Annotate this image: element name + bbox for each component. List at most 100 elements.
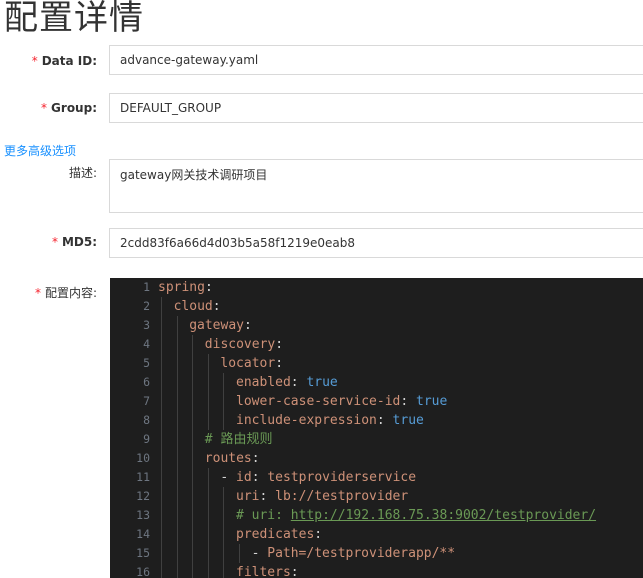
indent-guide xyxy=(207,373,209,392)
code-text: predicates: xyxy=(236,525,322,544)
data-id-label: * Data ID: xyxy=(32,53,97,69)
description-field[interactable]: gateway网关技术调研项目 xyxy=(109,159,643,213)
code-text: cloud: xyxy=(174,297,221,316)
indent-guide xyxy=(176,411,178,430)
code-token: uri xyxy=(236,489,260,504)
code-text: # 路由规则 xyxy=(205,430,273,449)
line-number: 7 xyxy=(143,394,150,408)
indent-guide xyxy=(161,392,162,411)
code-token: # uri: xyxy=(236,508,291,523)
indent-guide xyxy=(192,525,194,544)
code-text: - id: testproviderservice xyxy=(220,468,416,487)
code-token: - xyxy=(220,470,237,485)
required-mark: * xyxy=(51,235,58,249)
code-token: : xyxy=(400,394,417,409)
code-text: gateway: xyxy=(189,316,252,335)
code-token: : xyxy=(275,356,284,371)
code-token: locator xyxy=(220,356,276,371)
indent-guide xyxy=(176,544,178,563)
code-line: 7 lower-case-service-id: true xyxy=(110,392,643,411)
code-text: discovery: xyxy=(205,335,283,354)
indent-guide xyxy=(176,392,178,411)
line-number: 9 xyxy=(143,432,150,446)
indent-guide xyxy=(176,525,178,544)
line-number: 15 xyxy=(136,546,150,560)
indent-guide xyxy=(223,544,225,563)
indent-guide xyxy=(176,430,178,449)
content-label: * 配置内容: xyxy=(35,285,97,301)
code-token: lb://testprovider xyxy=(275,489,409,504)
line-number: 10 xyxy=(136,451,150,465)
code-line: 2 cloud: xyxy=(110,297,643,316)
description-value: gateway网关技术调研项目 xyxy=(120,168,268,182)
indent-guide xyxy=(176,354,178,373)
indent-guide xyxy=(161,468,162,487)
indent-guide xyxy=(207,563,209,578)
indent-guide xyxy=(192,354,194,373)
code-text: lower-case-service-id: true xyxy=(236,392,447,411)
data-id-field[interactable]: advance-gateway.yaml xyxy=(109,45,643,75)
code-token: gateway xyxy=(189,318,244,333)
line-number: 6 xyxy=(143,375,150,389)
indent-guide xyxy=(161,316,162,335)
code-token: : xyxy=(376,413,393,428)
indent-guide xyxy=(223,411,225,430)
indent-guide xyxy=(161,354,162,373)
data-id-label-text: Data ID: xyxy=(41,54,97,68)
indent-guide xyxy=(161,506,162,525)
code-line: 12 uri: lb://testprovider xyxy=(110,487,643,506)
indent-guide xyxy=(207,544,209,563)
indent-guide xyxy=(223,392,225,411)
md5-field[interactable]: 2cdd83f6a66d4d03b5a58f1219e0eab8 xyxy=(109,228,643,258)
indent-guide xyxy=(207,487,209,506)
indent-guide xyxy=(192,468,194,487)
md5-label-text: MD5: xyxy=(61,235,97,249)
indent-guide xyxy=(161,525,162,544)
code-text: spring: xyxy=(158,278,213,297)
md5-label: * MD5: xyxy=(52,234,97,250)
config-content-editor[interactable]: 1 spring: 2 cloud: 3 gateway: 4 discovery: 5 loca… xyxy=(110,278,643,578)
indent-guide xyxy=(192,506,194,525)
code-token: : xyxy=(290,375,307,390)
code-token: : xyxy=(314,527,323,542)
code-token: : xyxy=(212,299,221,314)
required-mark: * xyxy=(41,101,48,115)
advanced-options-link[interactable]: 更多高级选项 xyxy=(4,143,76,159)
code-line: 13 # uri: http://192.168.75.38:9002/testp… xyxy=(110,506,643,525)
code-text: locator: xyxy=(220,354,283,373)
code-text: enabled: true xyxy=(236,373,338,392)
code-line: 6 enabled: true xyxy=(110,373,643,392)
indent-guide xyxy=(176,563,178,578)
code-text: routes: xyxy=(205,449,260,468)
indent-guide xyxy=(192,392,194,411)
code-token: spring xyxy=(158,280,205,295)
indent-guide xyxy=(192,335,194,354)
required-mark: * xyxy=(34,286,41,300)
code-token: : xyxy=(204,280,213,295)
indent-guide xyxy=(223,563,225,578)
code-token: include-expression xyxy=(236,413,377,428)
indent-guide xyxy=(192,449,194,468)
line-number: 1 xyxy=(143,280,150,294)
indent-guide xyxy=(192,563,194,578)
indent-guide xyxy=(207,506,209,525)
indent-guide xyxy=(207,525,209,544)
indent-guide xyxy=(223,487,225,506)
code-token: true xyxy=(392,413,424,428)
indent-guide xyxy=(176,449,178,468)
indent-guide xyxy=(239,544,240,563)
indent-guide xyxy=(223,373,225,392)
code-token: http://192.168.75.38:9002/testprovider/ xyxy=(290,508,597,523)
description-label: 描述: xyxy=(69,165,97,181)
code-token: enabled xyxy=(236,375,291,390)
indent-guide xyxy=(161,373,162,392)
indent-guide xyxy=(161,449,162,468)
code-text: filters: xyxy=(236,563,299,578)
indent-guide xyxy=(176,468,178,487)
indent-guide xyxy=(176,335,178,354)
indent-guide xyxy=(192,487,194,506)
code-text: include-expression: true xyxy=(236,411,424,430)
line-number: 8 xyxy=(143,413,150,427)
line-number: 3 xyxy=(143,318,150,332)
group-field[interactable]: DEFAULT_GROUP xyxy=(109,93,643,123)
